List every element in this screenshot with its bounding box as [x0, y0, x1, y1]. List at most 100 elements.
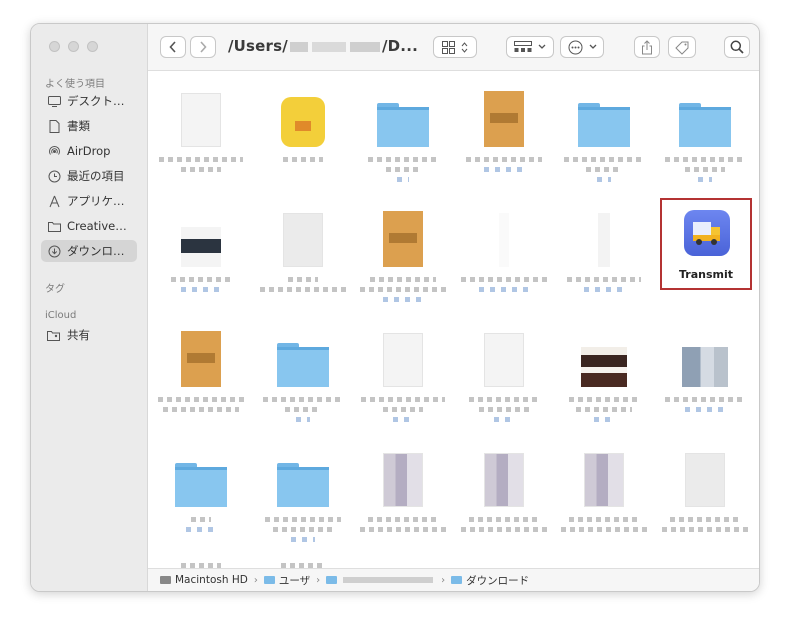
grid-view-icon: [442, 40, 455, 54]
sidebar-item-label: 共有: [67, 328, 90, 342]
folder-item[interactable]: [260, 327, 346, 422]
chevron-right-icon: [200, 41, 207, 53]
sidebar-item-recents[interactable]: 最近の項目: [41, 165, 137, 187]
document-thumbnail-icon: [383, 333, 423, 387]
chevron-down-icon: [538, 44, 546, 49]
sidebar-item-downloads[interactable]: ダウンロ…: [41, 240, 137, 262]
path-bar: Macintosh HD › ユーザ › › ダウンロード: [148, 568, 759, 591]
folder-item[interactable]: [360, 87, 446, 182]
document-thumbnail-icon: [383, 453, 423, 507]
file-item[interactable]: [561, 207, 647, 292]
file-item[interactable]: [561, 447, 647, 532]
folder-icon: [263, 576, 275, 584]
package-icon: [181, 331, 221, 387]
chevron-updown-icon: [461, 41, 468, 53]
file-item[interactable]: [360, 447, 446, 532]
transmit-app-label: Transmit: [678, 268, 733, 281]
sidebar-tags-header: タグ: [45, 284, 65, 295]
file-item[interactable]: [662, 447, 748, 532]
share-icon: [642, 39, 652, 54]
folder-item[interactable]: [561, 87, 647, 182]
ellipsis-circle-icon: [568, 40, 582, 54]
document-thumbnail-icon: [598, 213, 610, 267]
file-item[interactable]: [360, 207, 446, 302]
file-item[interactable]: [158, 327, 244, 412]
sidebar-item-creative[interactable]: Creative…: [41, 215, 137, 237]
path-crumb-users[interactable]: ユーザ: [263, 573, 310, 588]
file-item[interactable]: [461, 327, 547, 422]
transmit-app-item[interactable]: Transmit: [660, 198, 752, 290]
toolbar: /Users/ /D...: [148, 24, 759, 71]
folder-item[interactable]: [260, 447, 346, 542]
sidebar-item-documents[interactable]: 書類: [41, 115, 137, 137]
file-item[interactable]: [158, 207, 244, 292]
folder-icon: [326, 576, 338, 584]
path-crumb-macintosh-hd[interactable]: Macintosh HD: [160, 574, 248, 586]
chevron-left-icon: [169, 41, 176, 53]
folder-item[interactable]: [662, 87, 748, 182]
path-crumb-downloads[interactable]: ダウンロード: [451, 573, 529, 588]
search-button[interactable]: [724, 36, 750, 58]
minimize-window-button[interactable]: [68, 41, 79, 52]
action-button[interactable]: [560, 36, 604, 58]
document-thumbnail-icon: [584, 453, 624, 507]
applications-icon: [47, 194, 61, 208]
file-item[interactable]: [461, 87, 547, 172]
sidebar-item-applications[interactable]: アプリケ…: [41, 190, 137, 212]
file-item[interactable]: [360, 327, 446, 422]
path-separator-icon: ›: [316, 574, 321, 586]
view-mode-button[interactable]: [433, 36, 477, 58]
sidebar-favorites-header: よく使う項目: [45, 79, 105, 90]
sidebar-item-shared[interactable]: 共有: [41, 324, 137, 346]
file-item[interactable]: [561, 327, 647, 422]
sidebar-item-airdrop[interactable]: AirDrop: [41, 140, 137, 162]
document-thumbnail-icon: [484, 333, 524, 387]
folder-item[interactable]: [158, 447, 244, 532]
sidebar-item-label: デスクト…: [67, 94, 125, 108]
file-item[interactable]: [461, 207, 547, 292]
folder-icon: [679, 103, 731, 147]
folder-icon: [377, 103, 429, 147]
group-by-icon: [514, 41, 532, 52]
share-button[interactable]: [634, 36, 660, 58]
sidebar-item-label: ダウンロ…: [67, 244, 125, 258]
file-item[interactable]: [260, 87, 346, 162]
zoom-window-button[interactable]: [87, 41, 98, 52]
back-button[interactable]: [160, 36, 186, 58]
image-thumbnail-icon: [181, 227, 221, 267]
path-title-end: /D...: [381, 37, 418, 55]
file-item[interactable]: [461, 447, 547, 532]
sidebar-item-desktop[interactable]: デスクト…: [41, 90, 137, 112]
image-thumbnail-icon: [581, 347, 627, 387]
package-icon: [383, 211, 423, 267]
sidebar-item-label: Creative…: [67, 219, 127, 233]
folder-icon: [277, 343, 329, 387]
path-crumb-user-home[interactable]: [326, 576, 435, 584]
file-item[interactable]: [260, 207, 346, 292]
folder-icon: [47, 219, 61, 233]
file-grid: Transmit: [148, 71, 759, 569]
file-item[interactable]: [158, 87, 244, 172]
file-item[interactable]: [662, 327, 748, 412]
forward-button[interactable]: [190, 36, 216, 58]
window-controls: [49, 41, 98, 52]
sidebar-item-label: アプリケ…: [67, 194, 125, 208]
close-window-button[interactable]: [49, 41, 60, 52]
group-by-button[interactable]: [506, 36, 554, 58]
finder-window: よく使う項目 デスクト… 書類 AirDrop 最近の項目 アプリケ… Crea…: [30, 23, 760, 592]
sidebar-item-label: AirDrop: [67, 144, 111, 158]
document-thumbnail-icon: [181, 93, 221, 147]
image-thumbnail-icon: [281, 97, 325, 147]
search-icon: [730, 40, 744, 54]
chevron-down-icon: [589, 44, 596, 49]
download-icon: [47, 244, 61, 258]
image-thumbnail-icon: [682, 347, 728, 387]
folder-icon: [451, 576, 463, 584]
sidebar-icloud-header: iCloud: [45, 310, 77, 321]
folder-icon: [277, 463, 329, 507]
document-thumbnail-icon: [484, 453, 524, 507]
desktop-icon: [47, 94, 61, 108]
tag-button[interactable]: [668, 36, 696, 58]
package-icon: [484, 91, 524, 147]
path-title-start: /Users/: [228, 37, 288, 55]
